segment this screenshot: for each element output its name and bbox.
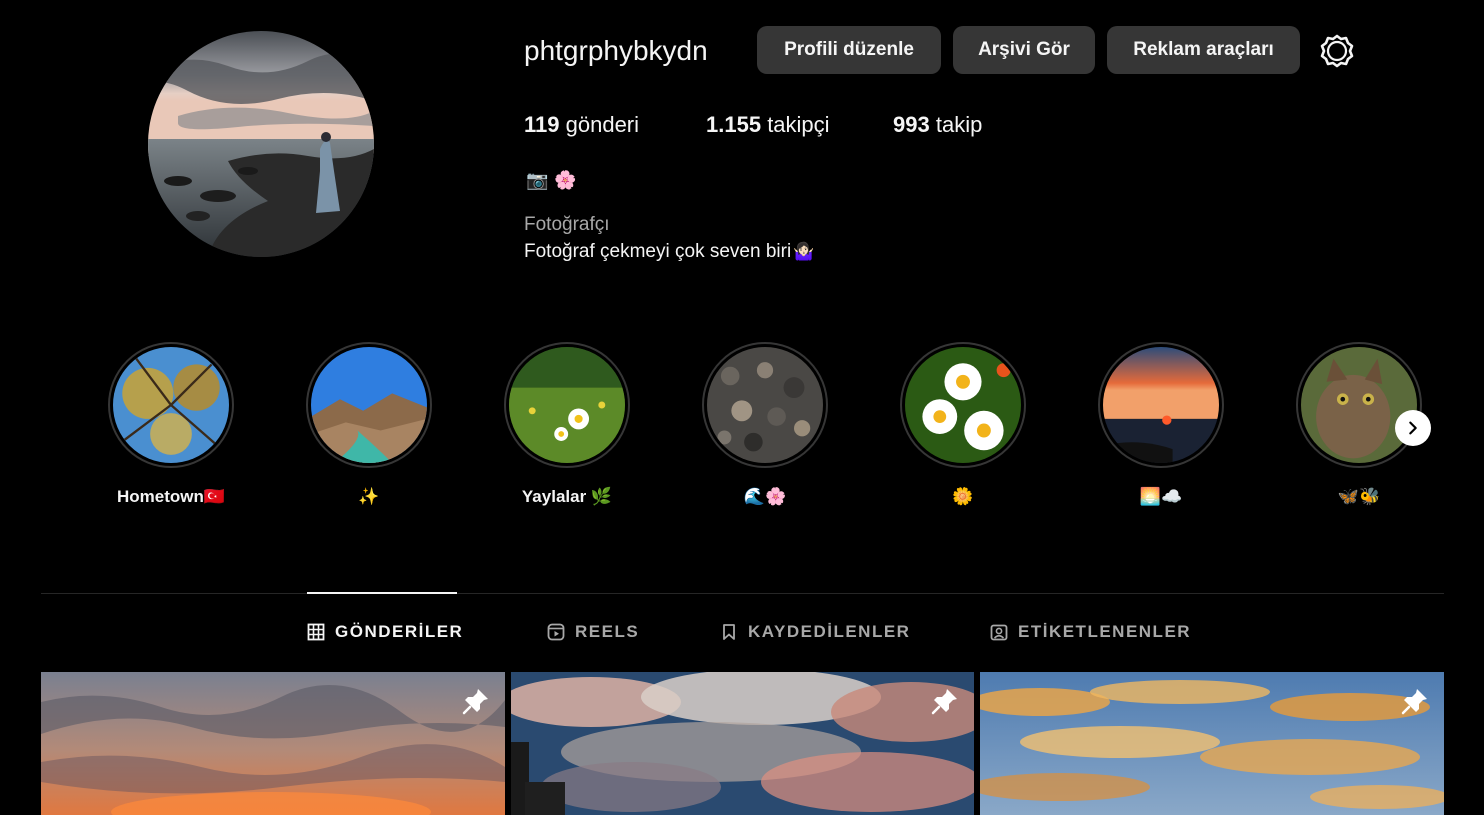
bio-category: Fotoğrafçı (524, 214, 610, 235)
edit-profile-button[interactable]: Profili düzenle (757, 26, 941, 74)
post-thumbnail[interactable] (41, 672, 505, 815)
profile-username: phtgrphybkydn (524, 35, 708, 66)
stat-followers[interactable]: 1.155 takipçi (706, 110, 830, 140)
highlight-cover (905, 347, 1021, 463)
settings-gear-icon[interactable] (1318, 32, 1356, 70)
highlight-item[interactable]: 🌊🌸 (702, 342, 828, 506)
bio-text: Fotoğraf çekmeyi çok seven biri 🤷🏻‍♀️ (524, 241, 814, 263)
highlight-ring (504, 342, 630, 468)
following-label: takip (935, 112, 983, 137)
profile-avatar[interactable] (148, 31, 374, 257)
post-thumbnail[interactable] (511, 672, 974, 815)
bookmark-icon (723, 624, 735, 640)
highlight-label: ✨ (358, 487, 380, 506)
highlight-item[interactable]: 🦋🐝 (1296, 342, 1422, 506)
highlight-cover (1103, 347, 1219, 463)
view-archive-button[interactable]: Arşivi Gör (953, 26, 1095, 74)
bio-text-content: Fotoğraf çekmeyi çok seven biri (524, 241, 792, 262)
pinned-icon (931, 689, 957, 715)
highlights-next-button[interactable] (1395, 410, 1431, 446)
highlight-label: 🦋🐝 (1337, 487, 1381, 506)
highlight-ring (1098, 342, 1224, 468)
highlight-cover (509, 347, 625, 463)
tab-reels[interactable]: REELS (547, 622, 639, 642)
tab-label: REELS (575, 622, 640, 641)
stat-posts: 119 gönderi (524, 110, 639, 140)
highlight-item[interactable]: Yaylalar 🌿 (504, 342, 630, 506)
post-thumbnail[interactable] (980, 672, 1444, 815)
posts-count: 119 (524, 112, 560, 137)
pinned-icon (462, 689, 488, 715)
grid-icon (307, 623, 325, 641)
highlight-ring (1296, 342, 1422, 468)
highlight-cover (1301, 347, 1417, 463)
tab-posts[interactable]: GÖNDERİLER (307, 622, 463, 642)
stat-following[interactable]: 993 takip (893, 110, 982, 140)
highlight-label: 🌅☁️ (1139, 487, 1183, 506)
highlight-label: 🌼 (952, 487, 974, 506)
bio-emoji-line: 📷 🌸 (526, 170, 577, 191)
highlight-ring (702, 342, 828, 468)
tab-saved[interactable]: KAYDEDİLENLER (720, 622, 910, 642)
tabs-divider (41, 593, 1444, 594)
posts-label: gönderi (565, 112, 640, 137)
tab-label: KAYDEDİLENLER (748, 622, 911, 641)
followers-label: takipçi (767, 112, 830, 137)
tab-label: ETİKETLENENLER (1018, 622, 1192, 641)
highlight-cover (707, 347, 823, 463)
highlight-label: Yaylalar 🌿 (521, 487, 613, 506)
active-tab-indicator (307, 592, 457, 594)
highlight-label: 🌊🌸 (743, 487, 787, 506)
post-image (41, 672, 505, 815)
tab-label: GÖNDERİLER (335, 622, 464, 641)
highlight-item[interactable]: ✨ (306, 342, 432, 506)
highlight-cover (113, 347, 229, 463)
tag-icon (990, 624, 1008, 641)
highlight-item[interactable]: 🌼 (900, 342, 1026, 506)
highlight-label: Hometown🇹🇷 (116, 487, 226, 506)
highlight-cover (311, 347, 427, 463)
highlight-item[interactable]: 🌅☁️ (1098, 342, 1224, 506)
chevron-right-icon (1409, 421, 1417, 435)
tab-tagged[interactable]: ETİKETLENENLER (990, 622, 1191, 642)
highlight-ring (108, 342, 234, 468)
following-count: 993 (893, 112, 930, 137)
highlight-ring (306, 342, 432, 468)
blossom-emoji: 🌸 (554, 170, 577, 190)
highlight-ring (900, 342, 1026, 468)
followers-count: 1.155 (706, 112, 762, 137)
avatar-photo (148, 31, 374, 257)
ad-tools-button[interactable]: Reklam araçları (1107, 26, 1300, 74)
post-image (980, 672, 1444, 815)
camera-emoji: 📷 (526, 170, 549, 190)
shrug-emoji: 🤷🏻‍♀️ (793, 242, 815, 261)
pinned-icon (1401, 689, 1427, 715)
highlight-item[interactable]: Hometown🇹🇷 (108, 342, 234, 506)
post-image (511, 672, 974, 815)
reels-icon (547, 623, 565, 641)
